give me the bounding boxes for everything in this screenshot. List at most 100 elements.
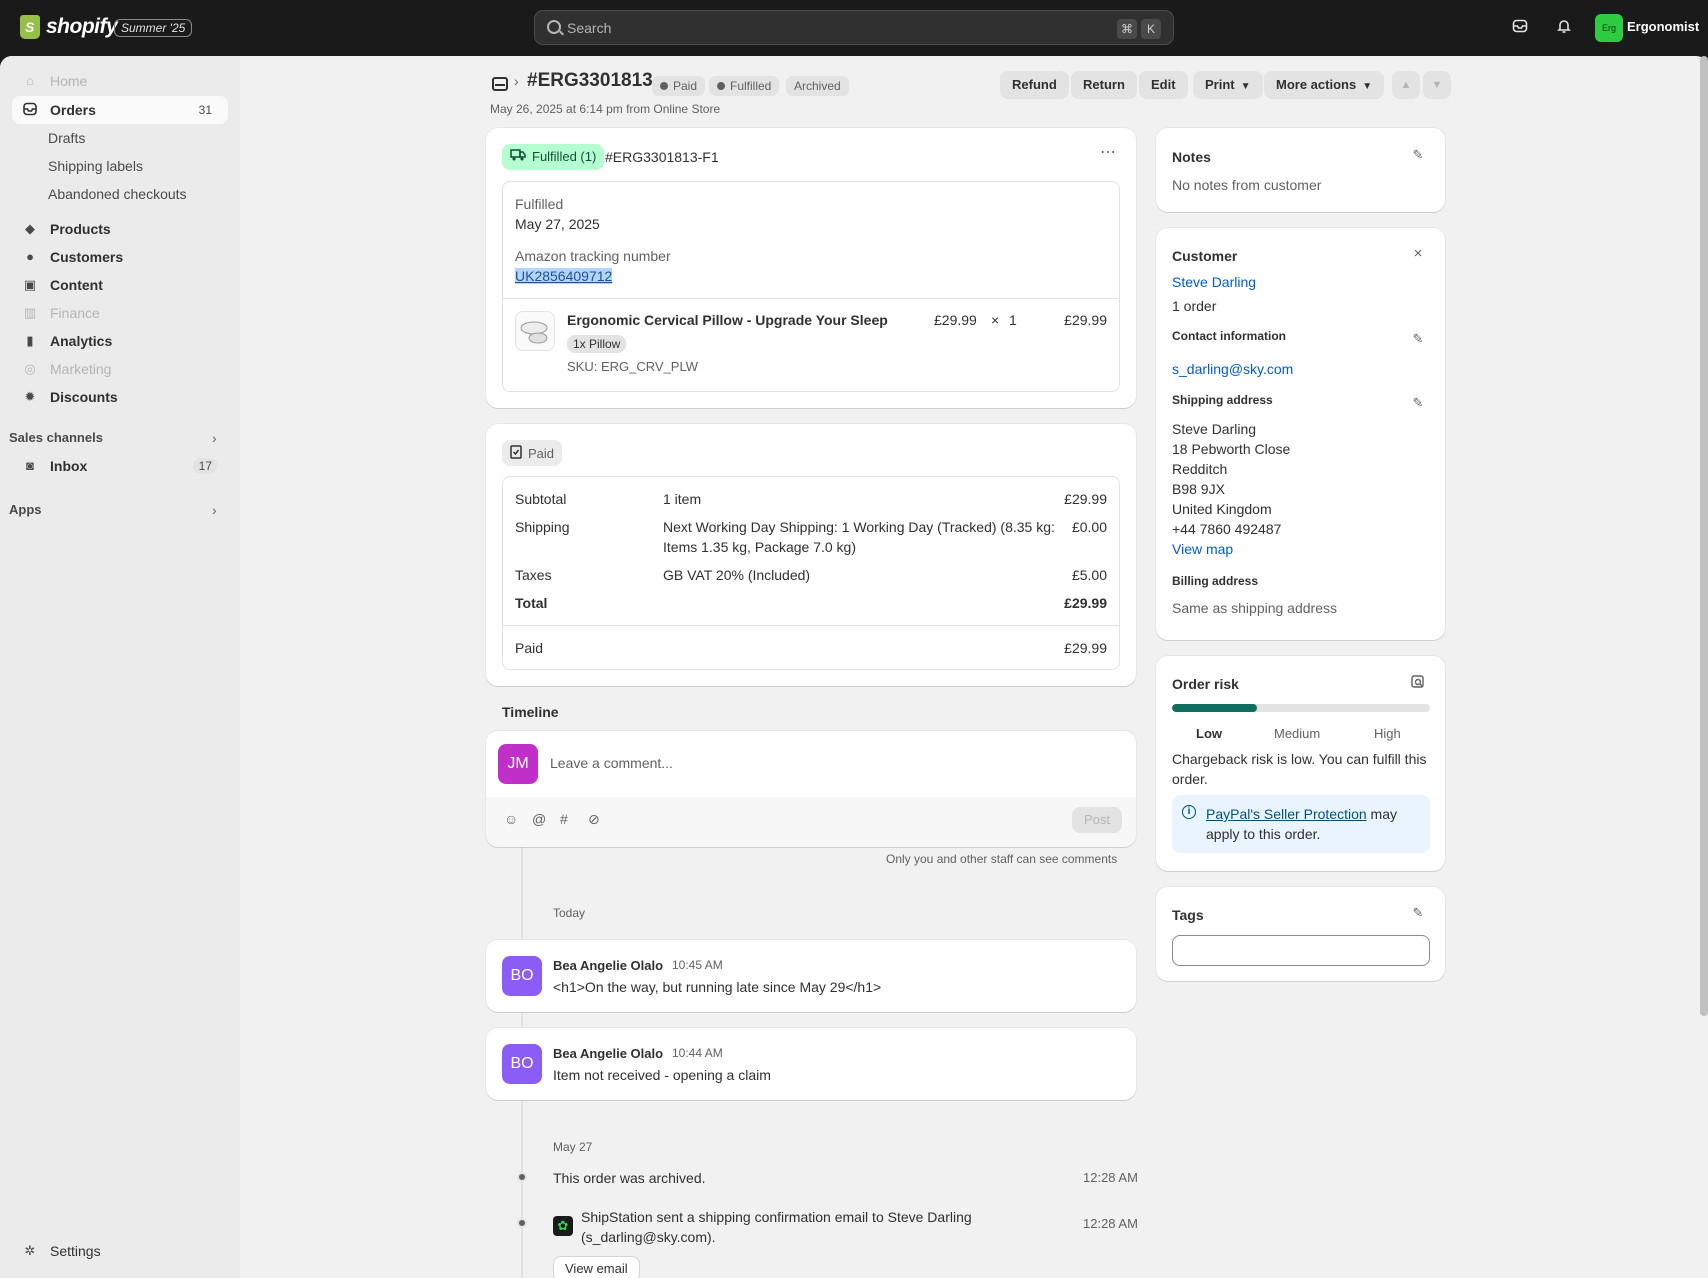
address-line: B98 9JX xyxy=(1172,481,1225,497)
notes-title: Notes xyxy=(1172,149,1211,165)
sidebar: ⌂ Home Orders 31 Drafts Shipping labels … xyxy=(0,56,240,1278)
chart-icon: ▮ xyxy=(26,333,34,348)
print-button[interactable]: Print ▼ xyxy=(1193,71,1263,99)
more-actions-button[interactable]: More actions ▼ xyxy=(1264,71,1385,99)
sidebar-item-content[interactable]: ▣ Content xyxy=(12,271,228,299)
customer-email-link[interactable]: s_darling@sky.com xyxy=(1172,361,1293,377)
comment-author: Bea Angelie Olalo xyxy=(553,958,664,973)
chevron-right-icon[interactable]: › xyxy=(212,430,217,446)
timeline-event-time: 12:28 AM xyxy=(1083,1216,1138,1231)
seller-protection-link[interactable]: PayPal's Seller Protection xyxy=(1206,806,1367,822)
emoji-icon[interactable]: ☺ xyxy=(504,811,518,827)
billing-address-title: Billing address xyxy=(1172,574,1259,588)
hashtag-icon[interactable]: # xyxy=(560,811,568,827)
orders-count: 31 xyxy=(198,103,212,117)
sidebar-item-settings[interactable]: ✲ Settings xyxy=(12,1237,228,1265)
apps-heading[interactable]: Apps xyxy=(9,502,42,517)
edit-button[interactable]: Edit xyxy=(1139,71,1188,99)
sidebar-item-label: Orders xyxy=(50,102,96,118)
customer-name-link[interactable]: Steve Darling xyxy=(1172,274,1256,290)
comment-input[interactable]: Leave a comment... xyxy=(550,755,673,771)
sidebar-item-home[interactable]: ⌂ Home xyxy=(12,67,228,95)
sidebar-item-customers[interactable]: ● Customers xyxy=(12,243,228,271)
store-inbox-icon[interactable] xyxy=(1510,18,1530,38)
close-icon[interactable]: × xyxy=(1411,246,1425,261)
pencil-icon[interactable]: ✎ xyxy=(1411,906,1425,920)
sidebar-item-marketing[interactable]: ◎ Marketing xyxy=(12,355,228,383)
refund-button[interactable]: Refund xyxy=(1000,71,1069,99)
chevron-down-icon: ▼ xyxy=(1362,81,1373,92)
seller-protection-banner: i PayPal's Seller Protection may apply t… xyxy=(1172,795,1430,853)
previous-order-button[interactable]: ▲ xyxy=(1392,71,1420,99)
product-name[interactable]: Ergonomic Cervical Pillow - Upgrade Your… xyxy=(567,312,888,328)
sidebar-item-label: Discounts xyxy=(50,389,118,405)
risk-message: Chargeback risk is low. You can fulfill … xyxy=(1172,751,1427,787)
tags-input[interactable] xyxy=(1172,935,1430,966)
chevron-down-icon: ▼ xyxy=(1240,81,1251,92)
chevron-right-icon[interactable]: › xyxy=(212,502,217,518)
receipt-check-icon xyxy=(510,444,522,462)
next-order-button[interactable]: ▼ xyxy=(1423,71,1451,99)
seller-protection-text: PayPal's Seller Protection may apply to … xyxy=(1206,804,1426,844)
total-value: £29.99 xyxy=(1064,595,1107,611)
status-badge-archived: Archived xyxy=(786,76,849,96)
address-line: 18 Pebworth Close xyxy=(1172,441,1291,457)
truck-icon xyxy=(510,144,526,170)
view-map-link[interactable]: View map xyxy=(1172,541,1233,557)
sidebar-item-abandoned-checkouts[interactable]: Abandoned checkouts xyxy=(48,186,187,202)
product-thumbnail[interactable] xyxy=(515,311,555,351)
payment-summary: Subtotal 1 item £29.99 Shipping Next Wor… xyxy=(502,476,1120,670)
mention-icon[interactable]: @ xyxy=(532,811,546,827)
sidebar-item-analytics[interactable]: ▮ Analytics xyxy=(12,327,228,355)
view-email-button[interactable]: View email xyxy=(553,1256,640,1278)
pencil-icon[interactable]: ✎ xyxy=(1411,396,1425,410)
bell-icon[interactable] xyxy=(1554,18,1574,38)
pencil-icon[interactable]: ✎ xyxy=(1411,148,1425,162)
orders-icon[interactable] xyxy=(492,77,508,91)
taxes-desc: GB VAT 20% (Included) xyxy=(663,567,811,583)
badge-label: Archived xyxy=(794,79,841,93)
search-input[interactable]: Search ⌘ K xyxy=(534,10,1174,45)
notes-card: Notes ✎ No notes from customer xyxy=(1156,128,1445,212)
timeline-event-text: ShipStation sent a shipping confirmation… xyxy=(581,1209,972,1225)
taxes-label: Taxes xyxy=(515,567,552,583)
risk-meter xyxy=(1172,704,1430,712)
print-label: Print xyxy=(1205,77,1235,92)
sales-channels-heading[interactable]: Sales channels xyxy=(9,430,103,445)
sidebar-item-shipping-labels[interactable]: Shipping labels xyxy=(48,158,143,174)
store-avatar[interactable]: Erg xyxy=(1595,14,1623,42)
staff-note: Only you and other staff can see comment… xyxy=(886,852,1118,866)
payment-status-badge: Paid xyxy=(502,440,563,466)
sidebar-item-inbox[interactable]: ◙ Inbox 17 xyxy=(12,452,228,480)
status-dot-icon xyxy=(660,82,668,90)
sidebar-item-products[interactable]: ◆ Products xyxy=(12,215,228,243)
customer-card: Customer × Steve Darling 1 order Contact… xyxy=(1156,228,1445,640)
page-scrollbar[interactable] xyxy=(1700,56,1708,1016)
date-label-may27: May 27 xyxy=(553,1140,593,1154)
avatar: BO xyxy=(502,1044,542,1084)
tracking-number-link[interactable]: UK2856409712 xyxy=(515,268,613,284)
order-risk-title: Order risk xyxy=(1172,676,1239,692)
sidebar-item-discounts[interactable]: ✹ Discounts xyxy=(12,383,228,411)
top-bar: shopify Summer '25 Search ⌘ K Erg Ergono… xyxy=(0,0,1708,56)
edition-badge[interactable]: Summer '25 xyxy=(114,19,193,37)
timeline-event-text: This order was archived. xyxy=(553,1170,706,1186)
sidebar-item-drafts[interactable]: Drafts xyxy=(48,130,85,146)
store-name[interactable]: Ergonomist xyxy=(1627,19,1699,34)
sidebar-item-orders[interactable]: Orders 31 xyxy=(12,96,228,124)
more-options-icon[interactable]: ⋯ xyxy=(1100,142,1117,162)
return-button[interactable]: Return xyxy=(1071,71,1137,99)
attachment-icon[interactable]: ⊘ xyxy=(588,811,600,828)
divider xyxy=(503,625,1119,626)
fulfilled-label: Fulfilled xyxy=(515,196,564,212)
post-button[interactable]: Post xyxy=(1072,807,1123,833)
fulfilled-date: May 27, 2025 xyxy=(515,216,600,232)
risk-level-high: High xyxy=(1374,726,1401,741)
sidebar-item-label: Content xyxy=(50,277,103,293)
risk-search-icon[interactable] xyxy=(1411,675,1425,689)
avatar: JM xyxy=(498,744,538,784)
pencil-icon[interactable]: ✎ xyxy=(1411,332,1425,346)
times-sign: × xyxy=(991,312,1000,328)
sidebar-item-finance[interactable]: ▥ Finance xyxy=(12,299,228,327)
shopify-logo[interactable]: shopify xyxy=(20,15,118,39)
